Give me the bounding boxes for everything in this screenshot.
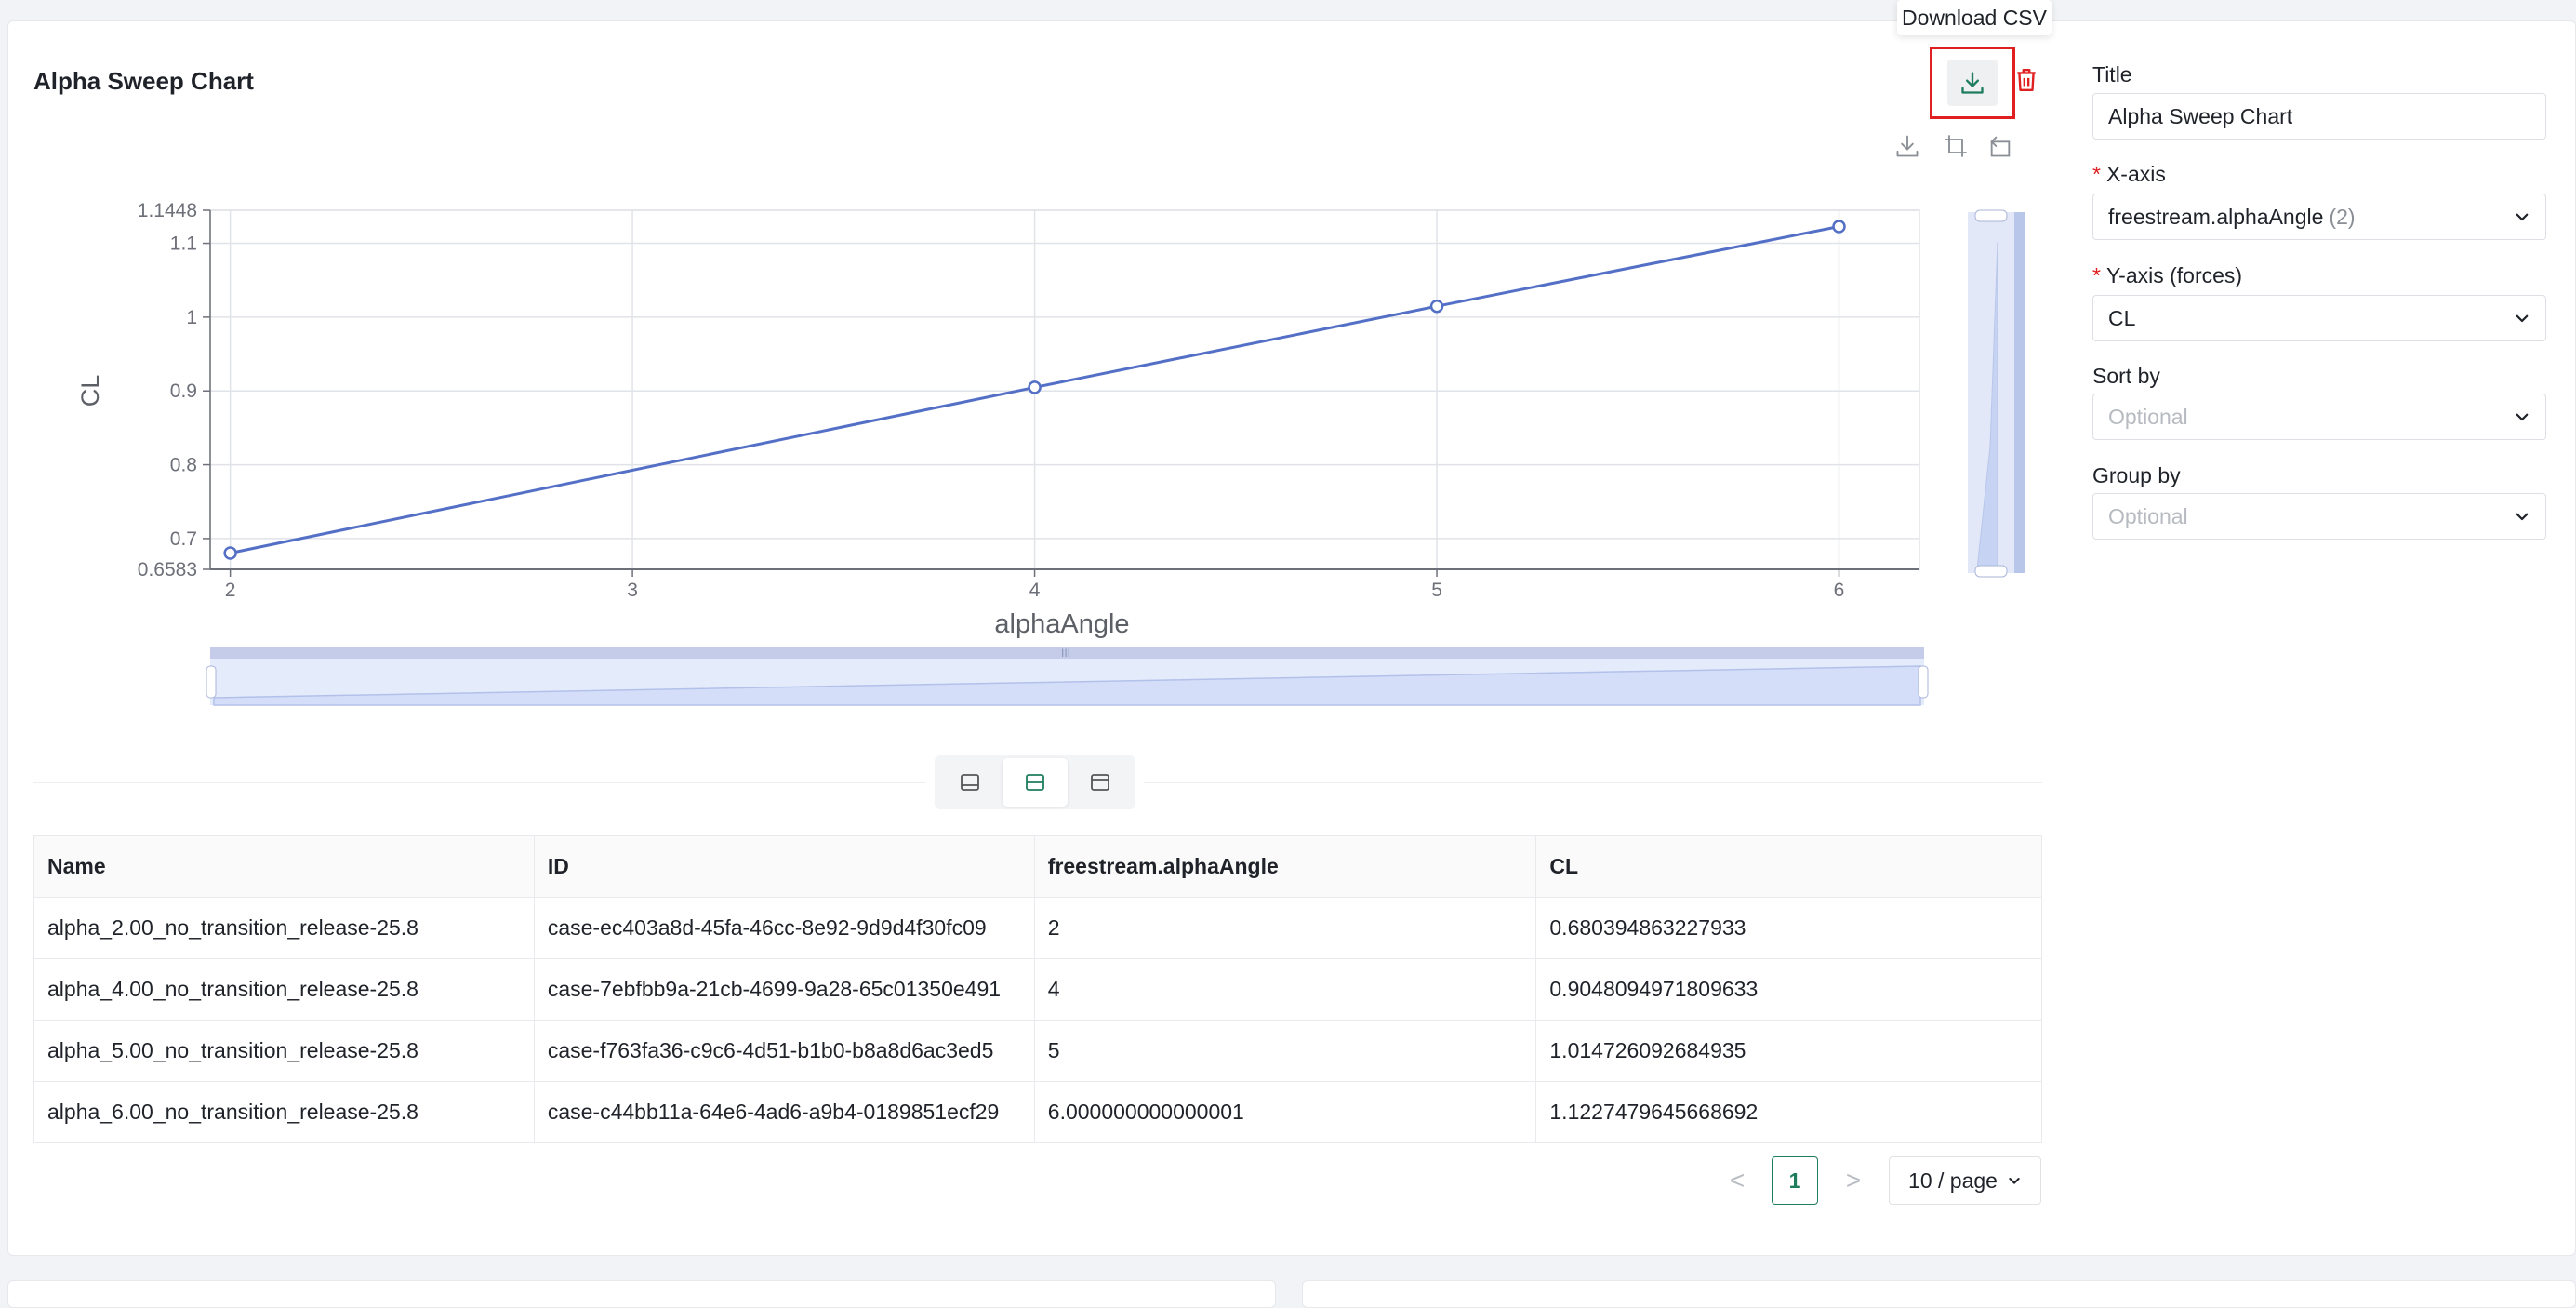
page-size-select[interactable]: 10 / page — [1889, 1156, 2041, 1205]
vertical-zoom-slider[interactable] — [1968, 209, 2025, 578]
column-header-name[interactable]: Name — [33, 835, 535, 898]
cell-id: case-7ebfbb9a-21cb-4699-9a28-65c01350e49… — [533, 958, 1035, 1021]
x-tick-label: 4 — [1029, 580, 1041, 601]
cell-alpha: 6.000000000000001 — [1033, 1081, 1537, 1143]
chevron-down-icon — [2009, 1178, 2020, 1184]
y-axis-label: CL — [76, 375, 104, 407]
title-input-value: Alpha Sweep Chart — [2108, 103, 2293, 128]
x-tick-label: 6 — [1834, 580, 1845, 601]
y-tick-label: 1 — [186, 307, 197, 328]
page-number-current[interactable]: 1 — [1772, 1156, 1818, 1205]
chevron-down-icon — [2516, 314, 2529, 323]
y-tick-label: 0.9 — [170, 380, 197, 402]
x-tick-label: 5 — [1431, 580, 1442, 601]
cell-name: alpha_4.00_no_transition_release-25.8 — [33, 958, 535, 1021]
cell-cl: 0.9048094971809633 — [1535, 958, 2042, 1021]
cell-cl: 0.680394863227933 — [1535, 897, 2042, 959]
sort-by-label: Sort by — [2092, 364, 2160, 388]
cell-cl: 1.1227479645668692 — [1535, 1081, 2042, 1143]
x-axis-label-text: X-axis — [2105, 162, 2166, 186]
y-tick-label: 1.1 — [170, 234, 197, 255]
cell-name: alpha_5.00_no_transition_release-25.8 — [33, 1020, 535, 1082]
column-header-id[interactable]: ID — [533, 835, 1035, 898]
data-point — [1028, 380, 1042, 394]
chart-axes — [203, 209, 1919, 577]
chart-only-icon — [961, 774, 979, 791]
y-tick-label: 0.7 — [170, 528, 197, 550]
cell-id: case-f763fa36-c9c6-4d51-b1b0-b8a8d6ac3ed… — [533, 1020, 1035, 1082]
chevron-down-icon — [2516, 413, 2529, 421]
x-axis-ticks: 2 3 4 5 6 — [225, 580, 1845, 601]
required-mark: * — [2092, 263, 2101, 287]
x-axis-label: * X-axis — [2092, 162, 2166, 187]
y-tick-label: 0.6583 — [138, 559, 197, 581]
y-axis-label-text: Y-axis (forces) — [2105, 263, 2243, 287]
table-row[interactable]: alpha_5.00_no_transition_release-25.8 ca… — [33, 1020, 2042, 1082]
x-tick-label: 2 — [225, 580, 236, 601]
y-tick-label: 1.1448 — [138, 200, 197, 221]
cell-alpha: 2 — [1033, 897, 1537, 959]
title-label: Title — [2092, 62, 2132, 87]
split-icon — [1026, 774, 1044, 791]
horizontal-zoom-slider[interactable]: III — [206, 647, 1929, 706]
alpha-sweep-chart: 0.6583 0.7 0.8 0.9 1 1.1 1.1448 2 3 4 5 6 CL alpha… — [76, 200, 2025, 706]
title-input[interactable]: Alpha Sweep Chart — [2092, 93, 2546, 140]
results-table: Name ID freestream.alphaAngle CL alpha_2… — [33, 835, 2042, 1143]
next-page-button[interactable]: > — [1835, 1156, 1872, 1205]
sort-by-select[interactable]: Optional — [2092, 394, 2546, 440]
x-axis-label: alphaAngle — [994, 609, 1129, 639]
y-axis-label: * Y-axis (forces) — [2092, 263, 2242, 288]
view-chart-button[interactable] — [937, 758, 1003, 807]
chevron-down-icon — [2516, 213, 2529, 221]
cell-name: alpha_6.00_no_transition_release-25.8 — [33, 1081, 535, 1143]
group-by-select[interactable]: Optional — [2092, 493, 2546, 540]
data-point — [1429, 299, 1444, 314]
data-point — [1832, 220, 1846, 234]
table-row[interactable]: alpha_4.00_no_transition_release-25.8 ca… — [33, 958, 2042, 1021]
cell-name: alpha_2.00_no_transition_release-25.8 — [33, 897, 535, 959]
sort-by-placeholder: Optional — [2108, 404, 2188, 429]
table-header-row: Name ID freestream.alphaAngle CL — [33, 835, 2042, 898]
page-size-value: 10 / page — [1908, 1168, 1998, 1193]
section-divider — [33, 782, 926, 783]
plot-area — [209, 209, 1920, 570]
chart-grid — [209, 209, 1920, 570]
y-tick-label: 0.8 — [170, 455, 197, 476]
column-header-alpha[interactable]: freestream.alphaAngle — [1033, 835, 1537, 898]
group-by-placeholder: Optional — [2108, 503, 2188, 528]
view-split-button[interactable] — [1003, 758, 1068, 807]
y-axis-select-value: CL — [2108, 305, 2136, 330]
x-tick-label: 3 — [627, 580, 638, 601]
y-axis-select[interactable]: CL — [2092, 295, 2546, 341]
table-row[interactable]: alpha_6.00_no_transition_release-25.8 ca… — [33, 1081, 2042, 1143]
cell-cl: 1.014726092684935 — [1535, 1020, 2042, 1082]
data-point — [223, 546, 237, 560]
view-table-button[interactable] — [1068, 758, 1133, 807]
x-axis-select[interactable]: freestream.alphaAngle (2) — [2092, 194, 2546, 240]
svg-text:III: III — [1061, 647, 1070, 660]
cell-alpha: 5 — [1033, 1020, 1537, 1082]
view-toggle — [935, 755, 1135, 809]
chevron-down-icon — [2516, 513, 2529, 521]
x-axis-count: (2) — [2329, 204, 2356, 229]
required-mark: * — [2092, 162, 2101, 186]
next-card-left — [7, 1280, 1276, 1308]
cell-id: case-c44bb11a-64e6-4ad6-a9b4-0189851ecf2… — [533, 1081, 1035, 1143]
prev-page-button[interactable]: < — [1719, 1156, 1756, 1205]
table-only-icon — [1091, 774, 1109, 791]
next-card-right — [1302, 1280, 2576, 1308]
group-by-label: Group by — [2092, 463, 2181, 487]
y-axis-ticks: 0.6583 0.7 0.8 0.9 1 1.1 1.1448 — [138, 200, 197, 581]
table-row[interactable]: alpha_2.00_no_transition_release-25.8 ca… — [33, 897, 2042, 959]
section-divider — [1144, 782, 2042, 783]
cell-alpha: 4 — [1033, 958, 1537, 1021]
cell-id: case-ec403a8d-45fa-46cc-8e92-9d9d4f30fc0… — [533, 897, 1035, 959]
column-header-cl[interactable]: CL — [1535, 835, 2042, 898]
x-axis-select-value: freestream.alphaAngle — [2108, 204, 2324, 229]
